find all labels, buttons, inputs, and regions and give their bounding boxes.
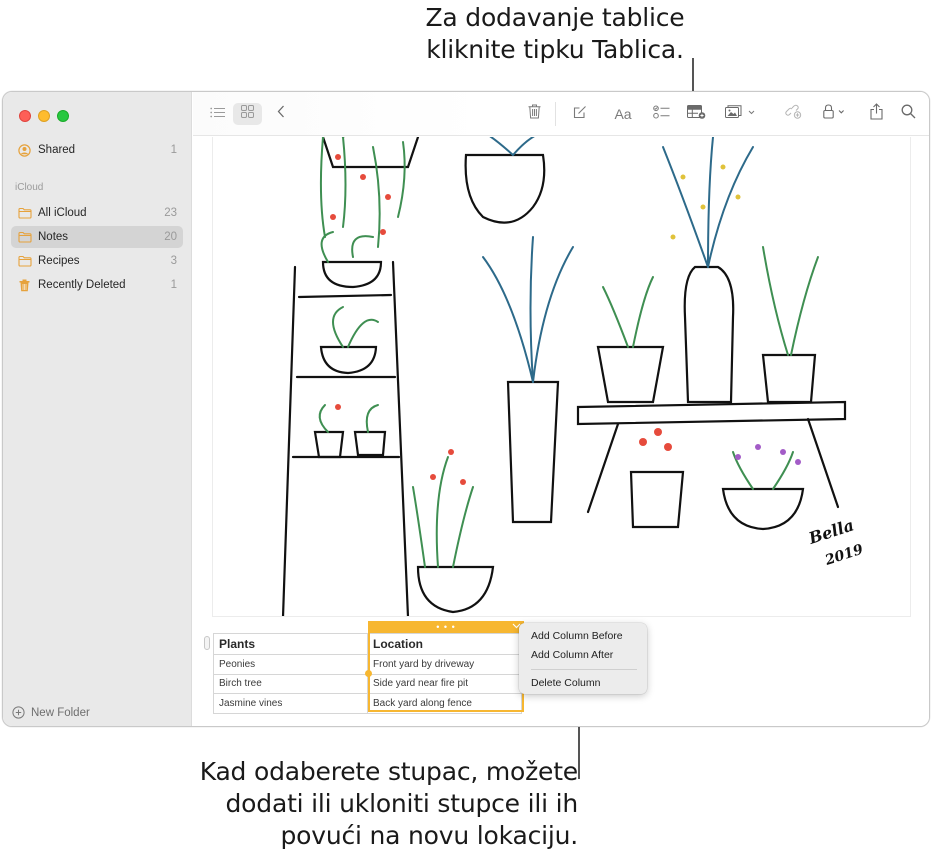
folder-icon (17, 230, 32, 244)
menu-item-add-column-before[interactable]: Add Column Before (519, 627, 647, 646)
table-cell[interactable]: Side yard near fire pit (367, 673, 522, 694)
toolbar: Aa (193, 92, 929, 136)
column-drag-handle[interactable]: • • • (368, 621, 524, 633)
search-button[interactable] (899, 103, 917, 125)
format-button[interactable]: Aa (611, 103, 635, 125)
table-cell[interactable]: Front yard by driveway (367, 654, 522, 675)
search-icon (901, 104, 916, 124)
menu-separator (531, 669, 637, 670)
callout-line: Kad odaberete stupac, možete (199, 757, 579, 786)
sidebar-item-label: All iCloud (38, 207, 87, 219)
column-context-menu: Add Column Before Add Column After Delet… (519, 623, 647, 694)
note-count: 3 (170, 255, 177, 267)
sidebar-item-shared[interactable]: Shared 1 (11, 139, 183, 161)
close-button[interactable] (19, 110, 31, 122)
table-cell[interactable]: Peonies (213, 654, 368, 675)
sidebar: Shared 1 iCloud All iCloud 23 Notes 20 R… (3, 92, 192, 726)
section-header-icloud: iCloud (15, 182, 44, 193)
folder-icon (17, 254, 32, 268)
compose-button[interactable] (570, 103, 590, 125)
window-controls (19, 110, 69, 122)
row-insert-dot[interactable] (365, 670, 372, 677)
sidebar-item-label: Shared (38, 144, 76, 156)
table-cell[interactable]: Back yard along fence (367, 693, 522, 714)
delete-button[interactable] (524, 103, 544, 125)
table-header-cell[interactable]: Plants (213, 633, 368, 655)
media-icon (725, 104, 757, 124)
format-icon: Aa (614, 106, 632, 122)
sidebar-item-label: Recently Deleted (38, 279, 126, 291)
callout-line: kliknite tipku Tablica. (426, 35, 684, 64)
collaborate-button[interactable] (783, 103, 803, 125)
table-button[interactable] (685, 103, 707, 125)
signature-name: Bella (805, 515, 856, 548)
table-cell[interactable]: Birch tree (213, 673, 368, 694)
sidebar-item-label: Notes (38, 231, 69, 243)
table-icon (686, 104, 706, 124)
delete-icon (528, 104, 541, 124)
row-drag-handle[interactable] (204, 636, 210, 650)
compose-icon (573, 105, 587, 124)
checklist-button[interactable] (650, 103, 672, 125)
note-count: 1 (170, 279, 177, 291)
person-circle-icon (17, 143, 32, 157)
trash-icon (17, 278, 32, 292)
menu-item-delete-column[interactable]: Delete Column (519, 674, 647, 693)
table-row: Jasmine vines Back yard along fence (213, 693, 522, 714)
callout-line: povući na novu lokaciju. (280, 821, 578, 850)
sidebar-item-recipes[interactable]: Recipes 3 (11, 250, 183, 272)
toolbar-divider (555, 102, 556, 126)
list-view-icon (209, 105, 225, 123)
sidebar-item-label: Recipes (38, 255, 80, 267)
share-icon (869, 103, 883, 125)
back-button[interactable] (273, 103, 289, 125)
menu-item-add-column-after[interactable]: Add Column After (519, 646, 647, 665)
plus-circle-icon (12, 706, 26, 720)
callout-add-table: Za dodavanje tablice kliknite tipku Tabl… (405, 2, 705, 66)
lock-button[interactable] (821, 103, 851, 125)
note-count: 1 (170, 144, 177, 156)
note-count: 23 (164, 207, 177, 219)
media-button[interactable] (723, 103, 759, 125)
note-editor[interactable]: Bella 2019 Plants Location Peonies Front… (193, 137, 929, 726)
folder-icon (17, 206, 32, 220)
gallery-view-button[interactable] (233, 103, 262, 125)
plant-illustration: Bella 2019 (281, 137, 866, 616)
table-cell[interactable]: Jasmine vines (213, 693, 368, 714)
table-header-row: Plants Location (213, 633, 522, 655)
lock-icon (823, 104, 849, 124)
callout-line: Za dodavanje tablice (425, 3, 685, 32)
gallery-view-icon (241, 105, 254, 123)
new-folder-label: New Folder (31, 707, 90, 719)
list-view-button[interactable] (207, 103, 227, 125)
column-handle-dots: • • • (436, 622, 456, 632)
sidebar-item-all-icloud[interactable]: All iCloud 23 (11, 202, 183, 224)
minimize-button[interactable] (38, 110, 50, 122)
collaborate-icon (784, 104, 802, 124)
table-header-cell[interactable]: Location (367, 633, 522, 655)
share-button[interactable] (867, 103, 885, 125)
sidebar-item-recently-deleted[interactable]: Recently Deleted 1 (11, 274, 183, 296)
new-folder-button[interactable]: New Folder (12, 706, 90, 720)
callout-column-actions: Kad odaberete stupac, možete dodati ili … (150, 756, 579, 852)
signature-year: 2019 (822, 541, 865, 569)
back-icon (277, 105, 285, 123)
plant-drawing[interactable]: Bella 2019 (212, 137, 911, 617)
zoom-button[interactable] (57, 110, 69, 122)
checklist-icon (652, 105, 670, 124)
sidebar-item-notes[interactable]: Notes 20 (11, 226, 183, 248)
notes-window: Shared 1 iCloud All iCloud 23 Notes 20 R… (2, 91, 930, 727)
callout-line: dodati ili ukloniti stupce ili ih (225, 789, 579, 818)
note-count: 20 (164, 231, 177, 243)
